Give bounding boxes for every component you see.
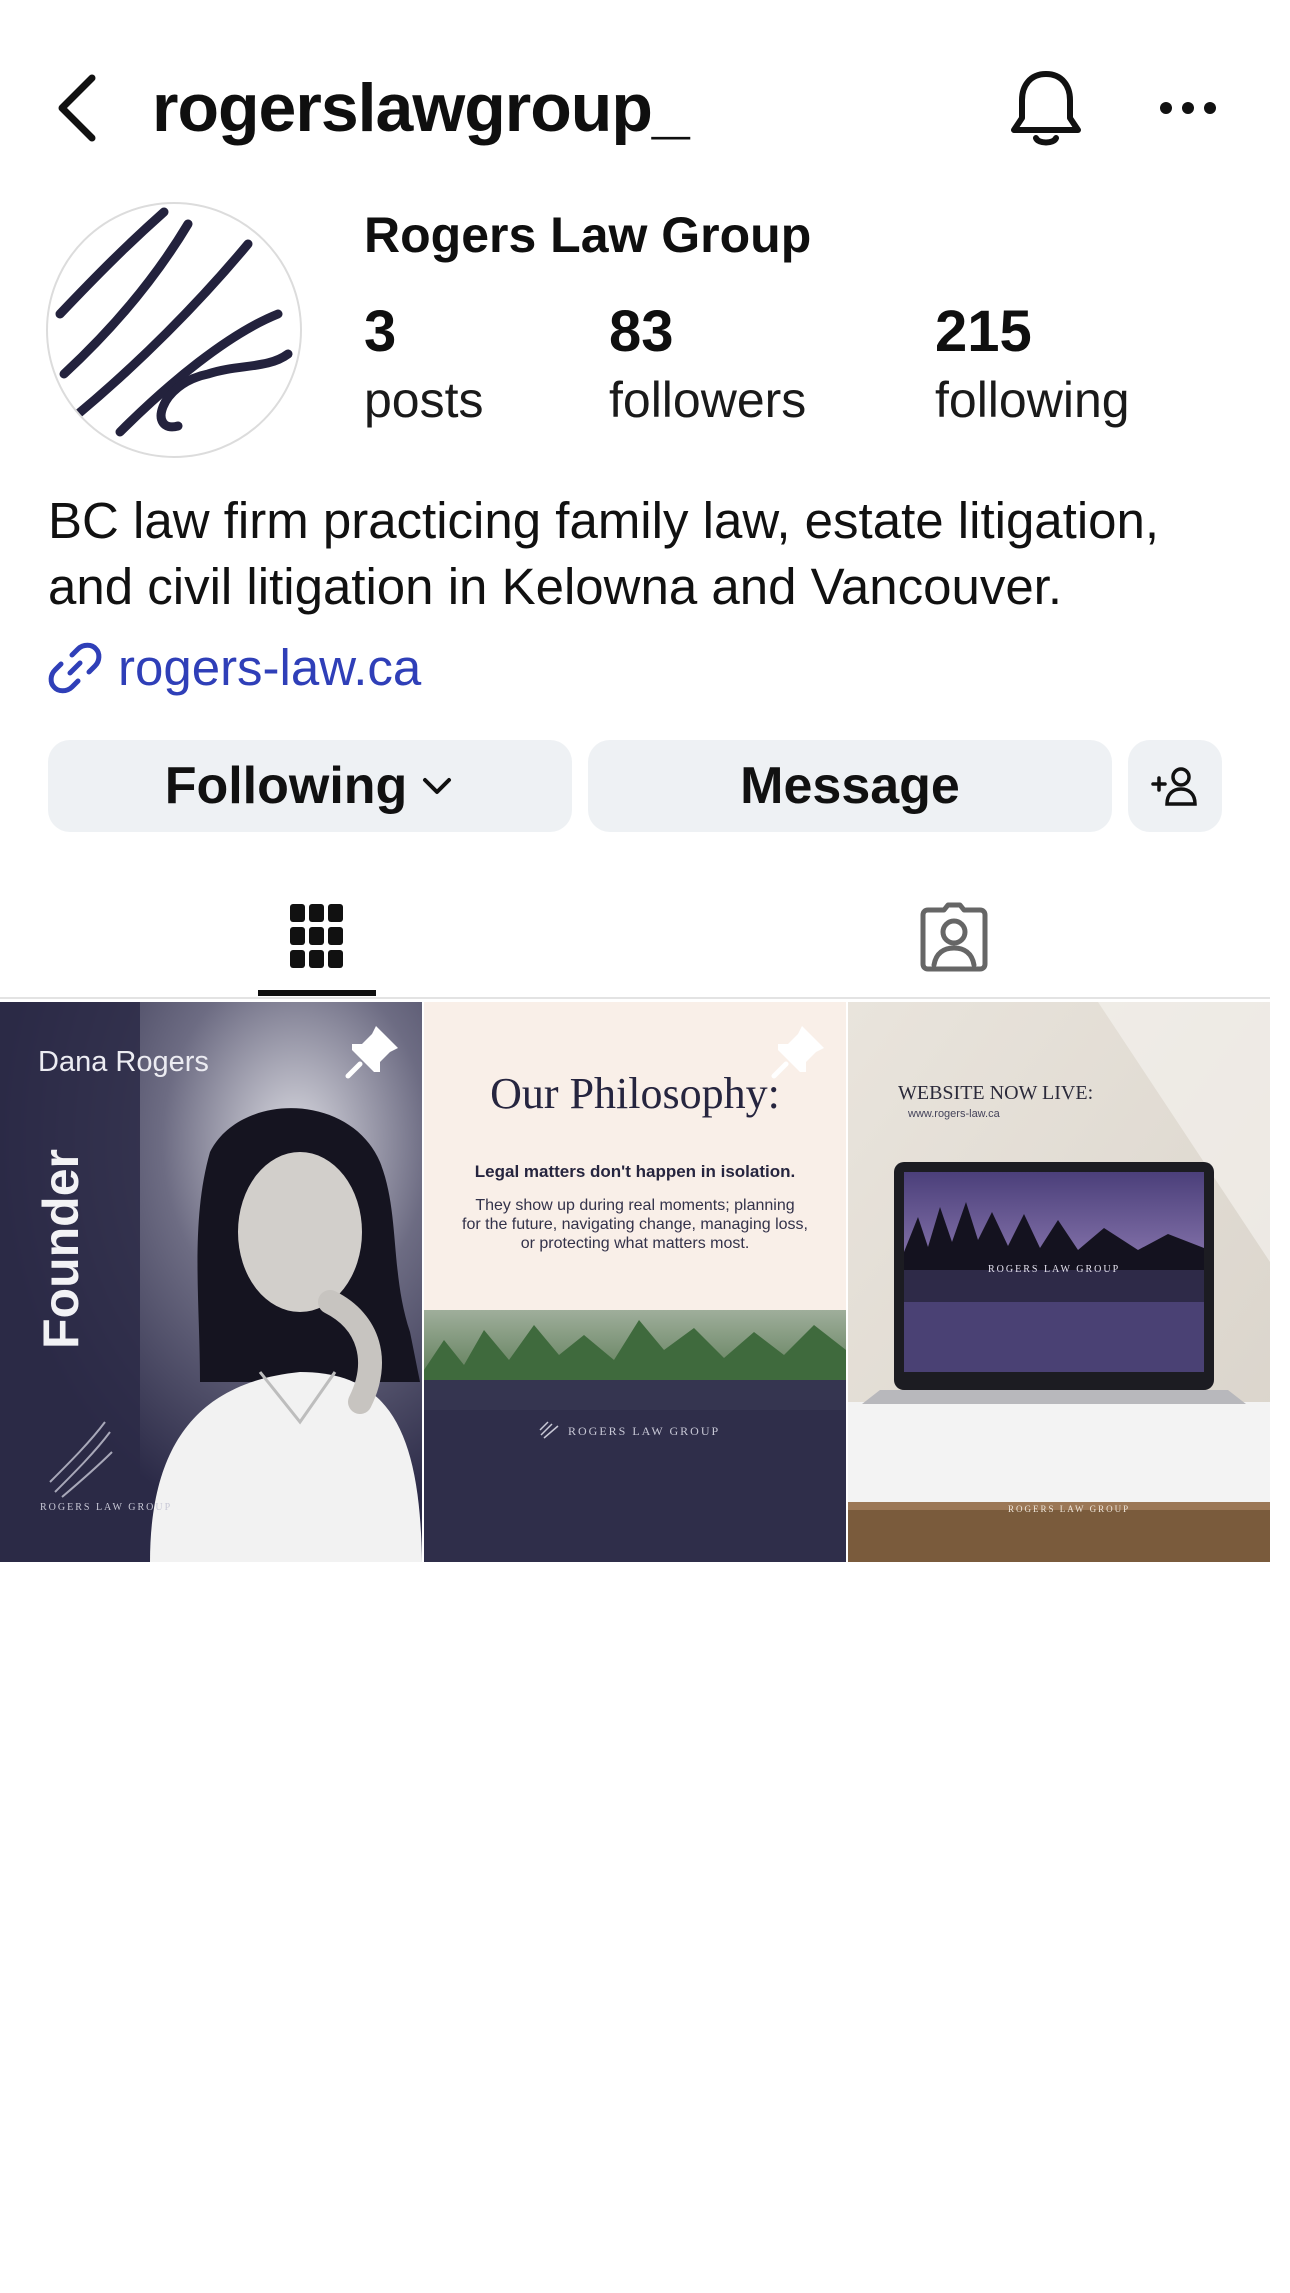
- post-heading: WEBSITE NOW LIVE:: [898, 1082, 1094, 1104]
- following-label: following: [935, 372, 1130, 428]
- link-icon: [48, 642, 102, 694]
- website-link[interactable]: rogers-law.ca: [48, 636, 421, 700]
- post-body-line: for the future, navigating change, manag…: [462, 1216, 808, 1233]
- brand-logo-icon: [55, 207, 293, 437]
- profile-avatar[interactable]: [46, 202, 302, 458]
- back-button[interactable]: [48, 68, 112, 148]
- posts-stat[interactable]: 3 posts: [364, 296, 484, 432]
- profile-username: rogerslawgroup_: [152, 70, 690, 146]
- following-stat[interactable]: 215 following: [935, 296, 1130, 432]
- brand-mark-icon: [539, 1421, 559, 1439]
- grid-icon: [290, 904, 343, 968]
- post-brand-text: ROGERS LAW GROUP: [1008, 1504, 1131, 1514]
- post-subheading: Legal matters don't happen in isolation.: [474, 1162, 796, 1181]
- more-options-button[interactable]: [1152, 80, 1224, 136]
- post-tile[interactable]: Dana Rogers Founder ROGERS LAW GROUP: [0, 1002, 422, 1562]
- post-body-line: They show up during real moments; planni…: [475, 1197, 795, 1214]
- suggested-accounts-button[interactable]: [1128, 740, 1222, 832]
- tab-tagged[interactable]: [634, 880, 1270, 998]
- tagged-icon: [920, 902, 988, 972]
- active-tab-indicator: [258, 990, 376, 996]
- pin-icon: [771, 1026, 824, 1079]
- post-tile[interactable]: WEBSITE NOW LIVE: www.rogers-law.ca ROGE…: [848, 1002, 1270, 1562]
- notifications-button[interactable]: [1006, 68, 1086, 148]
- chevron-left-icon: [58, 74, 96, 142]
- bell-icon: [1011, 71, 1081, 146]
- following-button-label: Following: [164, 757, 408, 815]
- laptop-screen-brand: ROGERS LAW GROUP: [988, 1264, 1121, 1275]
- profile-bio: BC law firm practicing family law, estat…: [48, 488, 1248, 620]
- post-brand-text: ROGERS LAW GROUP: [40, 1502, 173, 1513]
- followers-label: followers: [609, 372, 807, 428]
- display-name: Rogers Law Group: [364, 207, 812, 263]
- followers-count: 83: [609, 299, 674, 364]
- post-url-text: www.rogers-law.ca: [908, 1108, 1000, 1120]
- tab-posts-grid[interactable]: [0, 880, 634, 998]
- post-vertical-text: Founder: [33, 1149, 89, 1349]
- following-button[interactable]: Following: [48, 740, 572, 832]
- bio-line: and civil litigation in Kelowna and Vanc…: [48, 558, 1063, 615]
- website-link-text[interactable]: rogers-law.ca: [118, 636, 421, 700]
- tab-divider: [0, 997, 1270, 999]
- post-brand-text: ROGERS LAW GROUP: [568, 1424, 721, 1438]
- post-tile[interactable]: Our Philosophy: Legal matters don't happ…: [424, 1002, 846, 1562]
- pin-icon: [345, 1026, 398, 1079]
- posts-count: 3: [364, 299, 397, 364]
- message-button[interactable]: Message: [588, 740, 1112, 832]
- post-body: They show up during real moments; planni…: [424, 1196, 846, 1253]
- followers-stat[interactable]: 83 followers: [609, 296, 806, 432]
- chevron-down-icon: [423, 778, 452, 794]
- bio-line: BC law firm practicing family law, estat…: [48, 492, 1160, 549]
- posts-label: posts: [364, 372, 484, 428]
- add-person-icon: [1151, 767, 1197, 806]
- following-count: 215: [935, 299, 1032, 364]
- more-icon: [1160, 102, 1216, 114]
- post-name-text: Dana Rogers: [38, 1046, 209, 1078]
- post-body-line: or protecting what matters most.: [520, 1235, 750, 1252]
- message-button-label: Message: [740, 757, 960, 815]
